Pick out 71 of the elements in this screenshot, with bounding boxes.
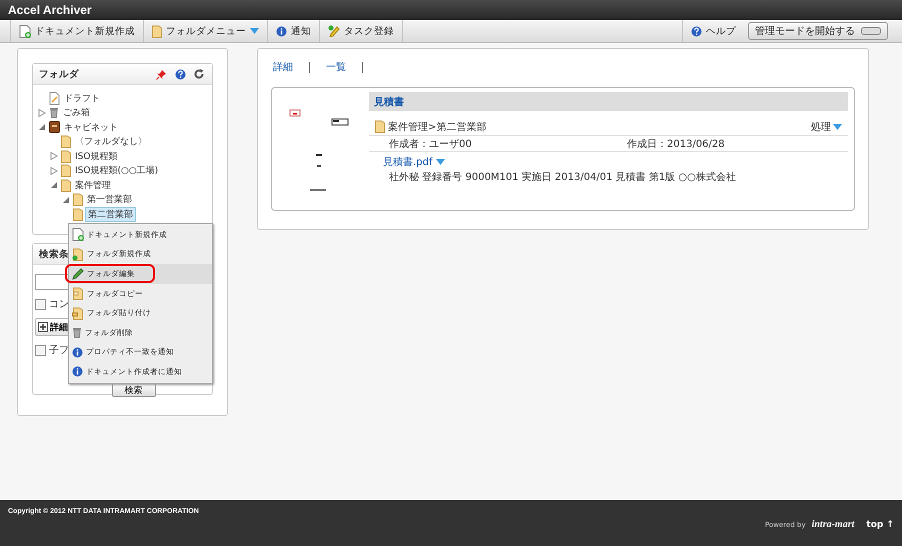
toolbar-button[interactable]: 通知 xyxy=(268,20,320,42)
toolbar-button[interactable]: タスク登録 xyxy=(320,20,403,42)
pencil-icon xyxy=(72,268,84,280)
detail-button[interactable]: 詳細 xyxy=(35,318,71,336)
box-title: フォルダ xyxy=(39,68,79,80)
trash-icon xyxy=(72,327,82,338)
folder-icon xyxy=(61,135,71,148)
expanded-triangle-icon[interactable] xyxy=(62,196,70,204)
checkbox[interactable] xyxy=(35,298,46,310)
action-menu-button[interactable]: 処理 xyxy=(811,120,848,134)
top-link[interactable]: top ↑ xyxy=(866,520,894,530)
plus-icon xyxy=(38,322,48,332)
app-title: Accel Archiver xyxy=(8,3,92,17)
collapsed-triangle-icon[interactable] xyxy=(50,166,58,175)
checkbox-label: コン xyxy=(49,298,69,311)
toolbar-button[interactable]: フォルダメニュー xyxy=(144,20,268,42)
folder-icon xyxy=(61,164,71,178)
folder-icon xyxy=(61,150,71,163)
tree-item[interactable]: ドラフト xyxy=(62,92,102,105)
document-plus-icon xyxy=(72,228,84,242)
checkbox-label: 子フ xyxy=(49,344,69,357)
document-plus-icon xyxy=(19,24,31,38)
collapsed-triangle-icon[interactable] xyxy=(50,152,58,160)
tree-item[interactable]: ISO規程類(○○工場) xyxy=(73,164,160,178)
folder-icon xyxy=(375,120,385,133)
document-description: 社外秘 登録番号 9000M101 実施日 2013/04/01 見積書 第1版 ○○株式会社 xyxy=(388,170,737,184)
info-icon xyxy=(276,26,287,36)
toolbar-button[interactable]: ドキュメント新規作成 xyxy=(10,20,144,42)
author-text: 作成者：ユーザ00 xyxy=(389,138,473,150)
folder-plus-icon xyxy=(72,248,84,261)
pin-icon xyxy=(156,68,167,80)
info-icon xyxy=(72,366,83,378)
help-button[interactable]: ヘルプ xyxy=(682,20,744,42)
logo: intra-mart xyxy=(812,519,854,530)
folder-icon xyxy=(73,208,83,221)
pencil-plus-icon xyxy=(328,25,340,37)
search-field[interactable] xyxy=(35,274,69,290)
folder-path: 案件管理>第二営業部 xyxy=(388,120,488,134)
file-link[interactable]: 見積書.pdf xyxy=(383,155,432,169)
caret-icon[interactable] xyxy=(436,159,446,165)
box-title: 検索条 xyxy=(39,248,69,260)
checkbox[interactable] xyxy=(35,344,46,356)
help-icon xyxy=(691,26,702,36)
folder-icon xyxy=(152,24,162,38)
folder-paste-icon xyxy=(72,306,84,320)
document-title[interactable]: 見積書 xyxy=(369,92,848,111)
collapsed-triangle-icon[interactable] xyxy=(38,108,46,117)
folder-icon xyxy=(73,193,83,206)
created-date: 作成日：2013/06/28 xyxy=(627,138,725,150)
tree-item[interactable]: キャビネット xyxy=(62,120,120,134)
trash-icon xyxy=(49,107,59,118)
tree-item[interactable]: 案件管理 xyxy=(73,178,113,192)
draft-document-icon xyxy=(49,92,60,105)
tree-item[interactable]: 第二営業部 xyxy=(85,206,136,222)
search-button[interactable]: 検索 xyxy=(112,383,156,397)
help-icon xyxy=(175,68,186,80)
tree-item[interactable]: ISO規程類 xyxy=(73,150,120,163)
caret-icon xyxy=(833,124,842,130)
view-tab[interactable]: 一覧 xyxy=(326,60,346,74)
tree-item[interactable]: ごみ箱 xyxy=(61,106,92,120)
refresh-icon xyxy=(194,69,204,79)
view-tab[interactable]: 詳細 xyxy=(273,60,293,74)
folder-copy-icon xyxy=(72,287,84,300)
expanded-triangle-icon[interactable] xyxy=(38,123,46,132)
folder-icon xyxy=(61,178,71,192)
tree-item[interactable]: 第一営業部 xyxy=(85,193,134,206)
tree-item[interactable]: 〈フォルダなし〉 xyxy=(73,135,149,148)
info-icon xyxy=(72,346,83,358)
admin-mode-button[interactable]: 管理モードを開始する xyxy=(748,22,888,40)
cabinet-icon xyxy=(49,121,60,134)
expanded-triangle-icon[interactable] xyxy=(50,181,58,190)
